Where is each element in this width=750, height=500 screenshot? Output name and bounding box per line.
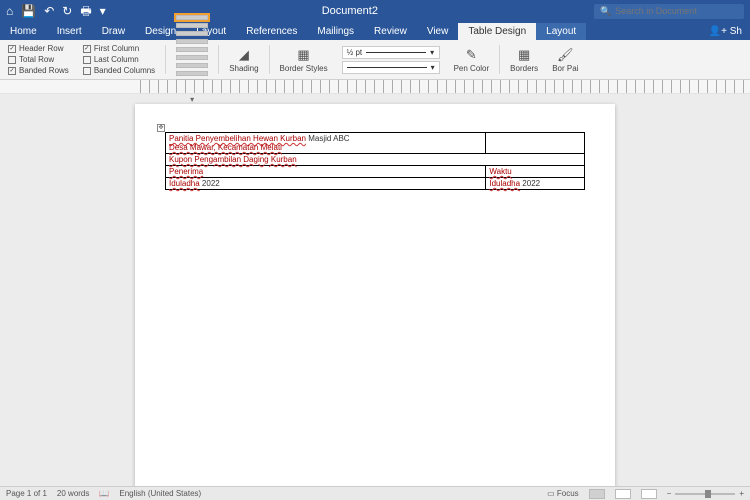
tab-draw[interactable]: Draw bbox=[92, 23, 135, 40]
opt-banded-rows[interactable]: ✓Banded Rows bbox=[8, 66, 69, 75]
undo-icon[interactable]: ↶ bbox=[44, 5, 54, 17]
table-style-thumb[interactable] bbox=[176, 47, 208, 52]
status-bar: Page 1 of 1 20 words 📖 English (United S… bbox=[0, 486, 750, 500]
document-table[interactable]: Panitia Penyembelihan Hewan Kurban Masji… bbox=[165, 132, 585, 190]
cell-r4c2[interactable]: Iduladha 2022 bbox=[486, 178, 585, 190]
document-canvas: ✥ Panitia Penyembelihan Hewan Kurban Mas… bbox=[0, 94, 750, 488]
table-style-options-left: ✓Header Row Total Row ✓Banded Rows bbox=[4, 42, 73, 77]
table-style-thumb[interactable] bbox=[176, 15, 208, 20]
table-style-thumb[interactable] bbox=[176, 31, 208, 36]
tab-table-design[interactable]: Table Design bbox=[458, 23, 536, 40]
cell-r2[interactable]: Kupon Pengambilan Daging Kurban bbox=[166, 154, 585, 166]
borders-icon: ▦ bbox=[518, 47, 530, 63]
view-print-layout[interactable] bbox=[589, 489, 605, 499]
table-style-thumb[interactable] bbox=[176, 63, 208, 68]
border-painter-button[interactable]: 🖌Bor Pai bbox=[548, 42, 582, 77]
redo-icon[interactable]: ↻ bbox=[62, 5, 72, 17]
cell-r3c1[interactable]: Penerima bbox=[166, 166, 486, 178]
line-style-selector[interactable]: ▾ bbox=[342, 61, 440, 74]
opt-last-column[interactable]: Last Column bbox=[83, 55, 155, 64]
text-spellerror: Desa Mawar, Kecamatan Melati bbox=[169, 143, 282, 152]
tab-review[interactable]: Review bbox=[364, 23, 417, 40]
opt-first-column[interactable]: ✓First Column bbox=[83, 44, 155, 53]
search-icon: 🔍 bbox=[600, 6, 611, 17]
spellcheck-icon[interactable]: 📖 bbox=[99, 489, 109, 498]
chevron-down-icon: ▾ bbox=[431, 63, 435, 72]
painter-icon: 🖌 bbox=[557, 47, 574, 63]
tab-references[interactable]: References bbox=[236, 23, 307, 40]
status-words[interactable]: 20 words bbox=[57, 489, 89, 498]
table-style-thumb[interactable] bbox=[176, 55, 208, 60]
table-style-thumb[interactable] bbox=[176, 71, 208, 76]
search-box[interactable]: 🔍 bbox=[594, 4, 744, 19]
border-styles-button[interactable]: ▦Border Styles bbox=[276, 42, 332, 77]
page: ✥ Panitia Penyembelihan Hewan Kurban Mas… bbox=[135, 104, 615, 488]
cell-r4c1[interactable]: Iduladha 2022 bbox=[166, 178, 486, 190]
tab-view[interactable]: View bbox=[417, 23, 459, 40]
quick-access-toolbar: ⌂ 💾 ↶ ↻ 🖶 ▾ bbox=[6, 5, 106, 17]
ribbon-tabs: Home Insert Draw Design Layout Reference… bbox=[0, 22, 750, 40]
tab-mailings[interactable]: Mailings bbox=[307, 23, 364, 40]
view-web-layout[interactable] bbox=[615, 489, 631, 499]
opt-banded-columns[interactable]: Banded Columns bbox=[83, 66, 155, 75]
chevron-down-icon: ▾ bbox=[430, 48, 434, 57]
horizontal-ruler[interactable] bbox=[0, 80, 750, 94]
tab-table-layout[interactable]: Layout bbox=[536, 23, 586, 40]
borders-button[interactable]: ▦Borders bbox=[506, 42, 542, 77]
border-style-icon: ▦ bbox=[297, 47, 309, 63]
status-page[interactable]: Page 1 of 1 bbox=[6, 489, 47, 498]
ribbon-content: ✓Header Row Total Row ✓Banded Rows ✓Firs… bbox=[0, 40, 750, 80]
line-weight-selector[interactable]: ½ pt▾ bbox=[342, 46, 440, 59]
table-styles-gallery[interactable]: ▾ bbox=[172, 42, 212, 77]
tab-insert[interactable]: Insert bbox=[47, 23, 92, 40]
cell-r3c2[interactable]: Waktu bbox=[486, 166, 585, 178]
home-icon[interactable]: ⌂ bbox=[6, 5, 13, 17]
pen-color-button[interactable]: ✎Pen Color bbox=[450, 42, 494, 77]
print-icon[interactable]: 🖶 bbox=[80, 5, 91, 17]
shading-button[interactable]: ◢Shading bbox=[225, 42, 262, 77]
view-outline[interactable] bbox=[641, 489, 657, 499]
tab-home[interactable]: Home bbox=[0, 23, 47, 40]
status-language[interactable]: English (United States) bbox=[119, 489, 201, 498]
table-style-thumb[interactable] bbox=[176, 23, 208, 28]
bucket-icon: ◢ bbox=[239, 47, 249, 63]
title-bar: ⌂ 💾 ↶ ↻ 🖶 ▾ Document2 🔍 bbox=[0, 0, 750, 22]
table-style-options-right: ✓First Column Last Column Banded Columns bbox=[79, 42, 159, 77]
text-spellerror: Panitia Penyembelihan Hewan Kurban bbox=[169, 134, 306, 143]
table-move-handle[interactable]: ✥ bbox=[157, 124, 165, 132]
zoom-out-icon[interactable]: − bbox=[667, 489, 672, 498]
cell-r1c2[interactable] bbox=[486, 133, 585, 154]
opt-total-row[interactable]: Total Row bbox=[8, 55, 69, 64]
opt-header-row[interactable]: ✓Header Row bbox=[8, 44, 69, 53]
gallery-more-icon[interactable]: ▾ bbox=[190, 95, 194, 104]
table-style-thumb[interactable] bbox=[176, 39, 208, 44]
zoom-slider[interactable]: − + bbox=[667, 489, 744, 498]
search-input[interactable] bbox=[615, 6, 738, 16]
pen-icon: ✎ bbox=[466, 47, 477, 63]
focus-mode-button[interactable]: ▭ Focus bbox=[547, 489, 579, 498]
save-icon[interactable]: 💾 bbox=[21, 5, 36, 17]
share-button[interactable]: 👤+ Sh bbox=[701, 23, 750, 40]
cell-r1c1[interactable]: Panitia Penyembelihan Hewan Kurban Masji… bbox=[166, 133, 486, 154]
line-weight-group: ½ pt▾ ▾ bbox=[338, 42, 444, 77]
zoom-in-icon[interactable]: + bbox=[739, 489, 744, 498]
